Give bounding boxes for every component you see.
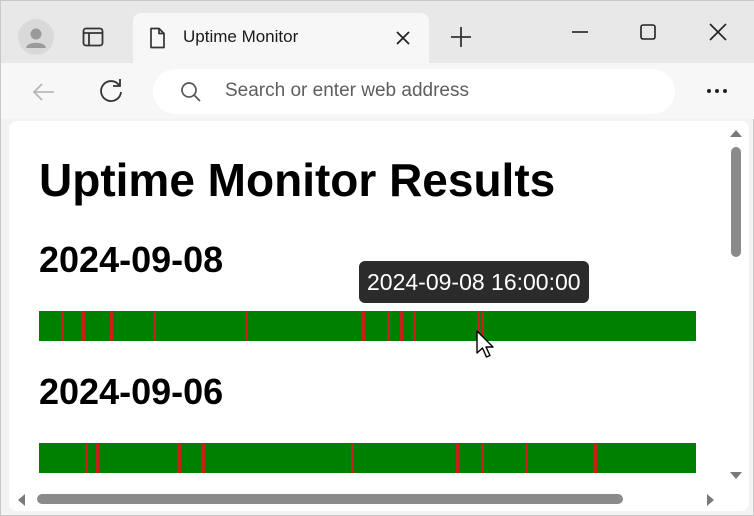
timestamp-tooltip: 2024-09-08 16:00:00 <box>359 261 589 303</box>
outage-mark[interactable] <box>362 311 365 341</box>
tab-uptime-monitor[interactable]: Uptime Monitor <box>133 13 429 63</box>
page-viewport: Uptime Monitor Results 2024-09-08 2024-0… <box>9 121 749 511</box>
close-icon[interactable] <box>391 26 415 50</box>
page-content: Uptime Monitor Results 2024-09-08 2024-0… <box>9 121 721 487</box>
address-input[interactable] <box>225 77 645 105</box>
back-arrow-icon[interactable] <box>29 77 59 107</box>
day-heading: 2024-09-06 <box>39 371 224 412</box>
outage-mark[interactable] <box>456 443 459 473</box>
vertical-scroll-thumb[interactable] <box>731 147 741 257</box>
window-close-icon[interactable] <box>705 19 731 45</box>
tab-actions-icon[interactable] <box>79 23 107 51</box>
outage-mark[interactable] <box>82 311 85 341</box>
horizontal-scrollbar[interactable] <box>9 487 723 511</box>
day-heading: 2024-09-08 <box>39 239 224 280</box>
vertical-scrollbar[interactable] <box>723 121 749 487</box>
outage-mark[interactable] <box>96 443 99 473</box>
reload-icon[interactable] <box>95 75 127 107</box>
scroll-left-icon[interactable] <box>15 492 27 508</box>
maximize-icon[interactable] <box>635 19 661 45</box>
scroll-up-icon[interactable] <box>728 126 744 138</box>
outage-mark[interactable] <box>202 443 205 473</box>
outage-mark[interactable] <box>351 443 354 473</box>
horizontal-scroll-thumb[interactable] <box>37 494 623 504</box>
browser-window: Uptime Monitor Search or enter web addre… <box>0 0 754 516</box>
more-icon[interactable] <box>701 77 733 105</box>
address-bar[interactable] <box>153 69 675 114</box>
outage-mark[interactable] <box>245 311 248 341</box>
cursor-icon <box>475 329 497 359</box>
outage-mark[interactable] <box>110 311 113 341</box>
outage-mark[interactable] <box>481 443 484 473</box>
profile-icon[interactable] <box>18 19 54 55</box>
scroll-right-icon[interactable] <box>705 492 717 508</box>
search-icon <box>179 80 203 104</box>
toolbar <box>1 63 754 119</box>
outage-mark[interactable] <box>400 311 403 341</box>
outage-mark[interactable] <box>525 443 528 473</box>
page-icon <box>145 26 169 50</box>
uptime-bar[interactable] <box>39 443 696 473</box>
uptime-bar[interactable] <box>39 311 696 341</box>
plus-icon[interactable] <box>447 23 475 51</box>
outage-mark[interactable] <box>178 443 181 473</box>
scroll-down-icon[interactable] <box>728 469 744 481</box>
outage-mark[interactable] <box>594 443 597 473</box>
tab-strip: Uptime Monitor <box>1 1 754 63</box>
outage-mark[interactable] <box>85 443 88 473</box>
tab-title: Uptime Monitor <box>183 27 299 46</box>
minimize-icon[interactable] <box>567 19 593 45</box>
page-title: Uptime Monitor Results <box>39 154 556 206</box>
outage-mark[interactable] <box>153 311 156 341</box>
outage-mark[interactable] <box>61 311 64 341</box>
outage-mark[interactable] <box>413 311 416 341</box>
outage-mark[interactable] <box>387 311 390 341</box>
